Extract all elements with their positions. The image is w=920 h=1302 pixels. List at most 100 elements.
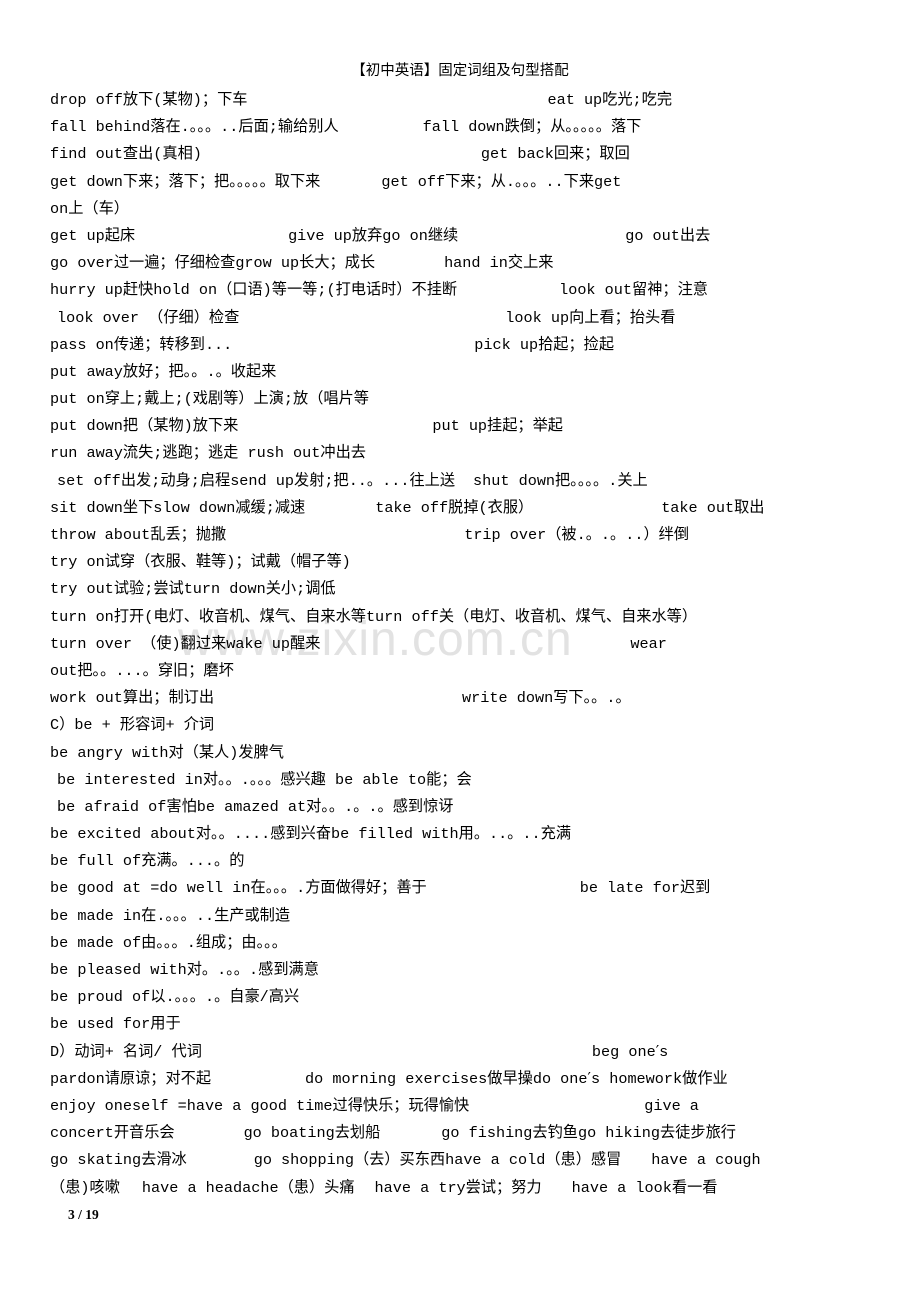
text-run-en: /: [259, 988, 269, 1007]
document-title: 【初中英语】固定词组及句型搭配: [351, 63, 569, 79]
text-run-en: ..: [195, 906, 215, 925]
text-run-en: ): [192, 91, 202, 109]
text-run-cn: 形容词: [119, 715, 166, 734]
text-run-cn: 感到兴奋: [270, 824, 332, 843]
text-run-en: ....: [233, 825, 271, 844]
text-run-en: get off: [381, 172, 446, 191]
document-line: D）动词+ 名词/ 代词 beg one′s: [50, 1038, 908, 1065]
text-run-en: .: [576, 526, 586, 544]
text-run-cn: 乱丢；抛撒: [150, 525, 227, 543]
text-run-en: pardon: [50, 1069, 105, 1088]
text-run-cn: 上（车）: [68, 198, 129, 217]
text-run-en: get: [594, 172, 622, 191]
text-run-en: fall down: [422, 118, 505, 137]
text-run-cn: 充满。: [141, 851, 187, 870]
text-run-cn: 。穿旧；磨坏: [142, 660, 234, 679]
text-run-en: hold on: [153, 281, 218, 300]
text-run-en: look over: [57, 308, 149, 327]
text-run-cn: ）动词: [59, 1041, 105, 1060]
text-run-en: ..: [220, 118, 239, 137]
text-run-en: take out: [661, 498, 735, 517]
text-run-cn: 取出: [734, 497, 765, 516]
document-line: pardon请原谅；对不起 do morning exercises做早操do o…: [50, 1065, 908, 1092]
text-run-cn: （被: [546, 525, 577, 543]
text-run-cn: 继续: [427, 225, 459, 244]
text-run-cn: 。。: [226, 960, 249, 978]
text-run-en: ;(: [317, 281, 336, 300]
text-run-cn: 咳嗽: [89, 1177, 120, 1196]
text-run-cn: 戏剧等）上演: [192, 389, 284, 408]
text-run-cn: 。感到惊讶: [377, 796, 454, 815]
text-run-en: eat up: [547, 91, 603, 109]
text-run-en: be afraid of: [57, 797, 167, 816]
text-run-en: rush out: [238, 444, 321, 463]
text-run-cn: 脱掉: [448, 497, 479, 516]
text-run-en: ...: [186, 852, 215, 871]
text-run-cn: 回来；取回: [553, 144, 630, 163]
text-run-cn: 去徒步旅行: [660, 1123, 736, 1142]
text-run-en: go over: [50, 254, 114, 273]
page-number: 3 / 19: [68, 1207, 99, 1222]
text-run-cn: 在。。。: [250, 878, 297, 897]
text-run-en: be made of: [50, 933, 142, 952]
text-run-cn: 开音乐会: [113, 1123, 175, 1142]
text-run-cn: 调低: [305, 579, 336, 598]
text-run-cn: 。: [585, 525, 601, 543]
text-run-en: go skating: [50, 1151, 142, 1170]
document-line: be pleased with对。.。。.感到满意: [50, 956, 908, 983]
text-run-en: work out: [50, 689, 123, 708]
text-run-en: sit down: [50, 498, 123, 517]
text-run-en: have a try: [374, 1178, 466, 1197]
document-line: turn over （使)翻过来wake up醒来 wear: [50, 630, 908, 657]
text-run-cn: 用。: [458, 824, 489, 843]
text-run-cn: 方面做得好；善于: [305, 878, 427, 897]
document-line: set off出发;动身;启程send up发射;把..。...往上送 shut …: [50, 467, 908, 494]
document-line: be interested in对。。.。。。感兴趣 be able to能；会: [50, 766, 908, 793]
document-line: go skating去滑冰 go shopping（去）买东西have a col…: [50, 1146, 908, 1173]
text-run-en: ;: [632, 91, 642, 109]
text-run-cn: 过一遍；仔细检查: [113, 253, 236, 272]
text-run-en: .: [240, 770, 250, 789]
document-line: be angry with对（某人)发脾气: [50, 739, 908, 766]
text-run-en: be made in: [50, 906, 142, 925]
text-run-cn: 起床: [104, 225, 136, 244]
text-run-en: .: [186, 933, 196, 952]
document-line: try on试穿（衣服、鞋等)；试戴（帽子等): [50, 548, 908, 575]
text-run-cn: 放下来: [192, 416, 239, 435]
text-run-cn: （去）买东西: [353, 1150, 446, 1169]
document-line: run away流失;逃跑；逃走 rush out冲出去: [50, 439, 908, 466]
text-run-en: ;: [135, 390, 145, 409]
text-run-cn: 发射: [294, 470, 325, 489]
text-run-cn: 下来；落下；把。。。。。取下来: [122, 171, 321, 190]
text-run-en: give up: [288, 226, 352, 245]
text-run-cn: 由。。。: [141, 932, 187, 951]
text-run-cn: （患）头痛: [278, 1177, 355, 1196]
text-run-en: ..: [545, 172, 564, 191]
document-line: go over过一遍；仔细检查grow up长大；成长 hand in交上来: [50, 249, 908, 276]
text-run-en: ..: [522, 825, 541, 844]
text-run-en: put away: [50, 362, 123, 381]
text-run-cn: 醒来: [290, 633, 321, 652]
text-run-en: C: [50, 716, 60, 735]
text-run-en: hand in: [444, 254, 508, 273]
text-run-cn: 打电话时）不挂断: [335, 280, 458, 299]
text-run-en: be filled with: [331, 825, 459, 844]
text-run-cn: 打开: [113, 606, 145, 625]
text-run-en: turn off: [365, 607, 439, 626]
text-run-cn: （使: [141, 633, 172, 652]
text-run-cn: 。: [366, 470, 383, 489]
text-run-cn: 吃光: [602, 90, 633, 108]
text-run-cn: 流失: [122, 443, 154, 462]
text-run-en: be amazed at: [196, 797, 307, 816]
text-run-en: be angry with: [50, 743, 169, 762]
text-run-cn: 放（唱片等: [293, 389, 369, 408]
text-run-cn: 对。。: [202, 769, 241, 788]
text-run-cn: 坐下: [122, 497, 154, 516]
document-line: out把。。...。穿旧；磨坏: [50, 657, 908, 684]
text-run-cn: 逃跑；逃走: [162, 443, 239, 462]
text-run-cn: 。: [615, 688, 631, 707]
text-run-cn: 真相: [162, 144, 193, 163]
document-line: be full of充满。...。的: [50, 847, 908, 874]
text-run-cn: 去钓鱼: [532, 1123, 578, 1142]
text-run-en: slow down: [153, 498, 236, 517]
